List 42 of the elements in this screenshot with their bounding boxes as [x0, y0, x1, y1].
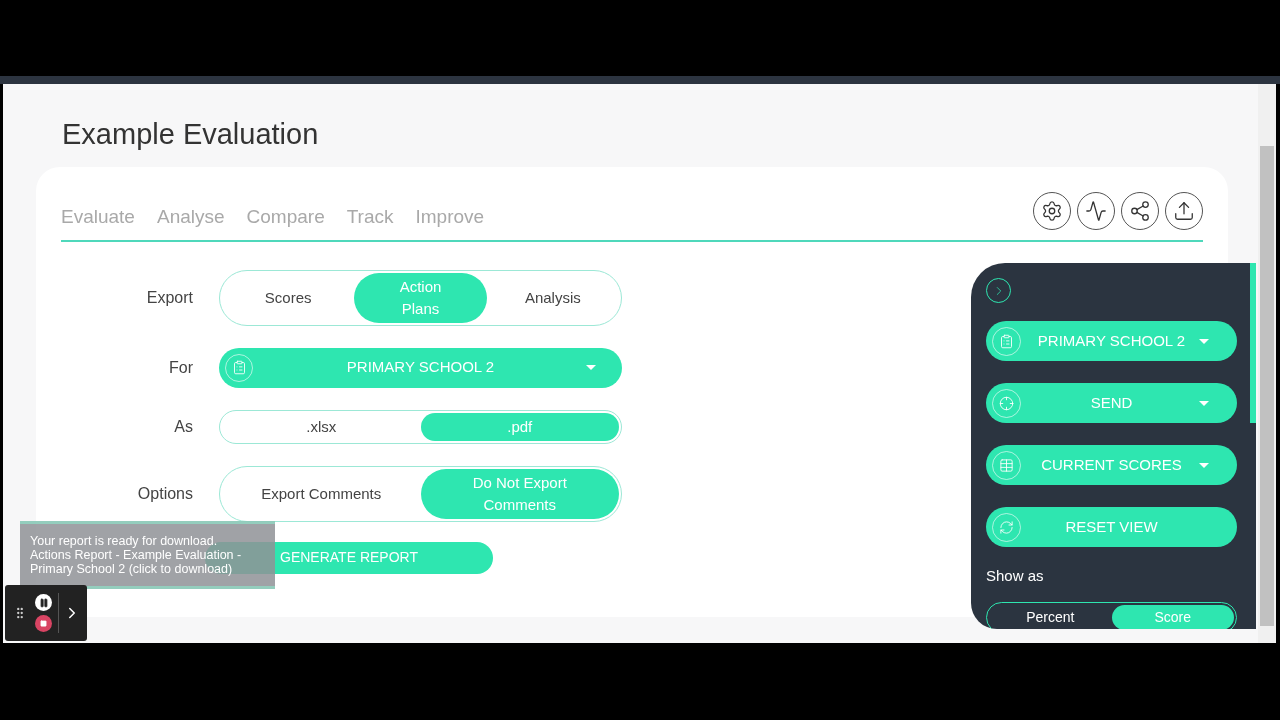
field-label: Export: [145, 287, 194, 308]
upload-icon: [1173, 200, 1195, 223]
panel-button[interactable]: PRIMARY SCHOOL 2: [986, 321, 1237, 361]
page-title: Example Evaluation: [62, 117, 320, 152]
segment-option[interactable]: Analysis: [486, 272, 619, 323]
nav-tab[interactable]: Improve: [415, 203, 485, 232]
panel-button[interactable]: RESET VIEW: [986, 507, 1237, 547]
segment-option[interactable]: .pdf: [420, 412, 619, 441]
segment-option[interactable]: Export Comments: [222, 468, 421, 519]
panel-button[interactable]: CURRENT SCORES: [986, 445, 1237, 485]
share-icon: [1129, 200, 1151, 223]
pause-icon[interactable]: [35, 594, 52, 611]
table-icon: [999, 457, 1014, 473]
pulse-icon: [1085, 200, 1107, 223]
panel-button[interactable]: SEND: [986, 383, 1237, 423]
caret-icon: [1199, 338, 1209, 344]
field-label: Options: [136, 483, 194, 504]
crosshair-icon: [999, 395, 1014, 411]
segment-option[interactable]: Scores: [222, 272, 355, 323]
stop-icon[interactable]: [35, 615, 52, 632]
caret-icon: [1199, 462, 1209, 468]
field-label: As: [173, 416, 194, 437]
refresh-icon: [999, 519, 1014, 535]
nav-tab[interactable]: Compare: [246, 203, 325, 232]
nav-tab[interactable]: Track: [346, 203, 394, 232]
nav-tab[interactable]: Evaluate: [61, 203, 135, 232]
clipboard-icon: [999, 333, 1014, 349]
segment-option[interactable]: .xlsx: [222, 412, 421, 441]
segment-option[interactable]: Action Plans: [354, 272, 487, 323]
toggle-option[interactable]: Score: [1111, 604, 1234, 629]
caret-icon: [1199, 400, 1209, 406]
segment-option[interactable]: Do Not Export Comments: [420, 468, 619, 519]
show-as-label: Show as: [986, 566, 1045, 586]
download-toast[interactable]: Your report is ready for download. Actions Report - Example Evaluation - Primary School 2 (click to download): [20, 521, 275, 589]
toggle-option[interactable]: Percent: [989, 604, 1112, 629]
scrollbar-thumb[interactable]: [1260, 146, 1274, 626]
caret-icon: [586, 365, 596, 370]
clipboard-icon: [231, 360, 247, 375]
field-label: For: [168, 357, 194, 378]
school-dropdown[interactable]: PRIMARY SCHOOL 2: [219, 347, 622, 388]
gear-icon: [1041, 200, 1063, 223]
nav-tab[interactable]: Analyse: [156, 203, 225, 232]
